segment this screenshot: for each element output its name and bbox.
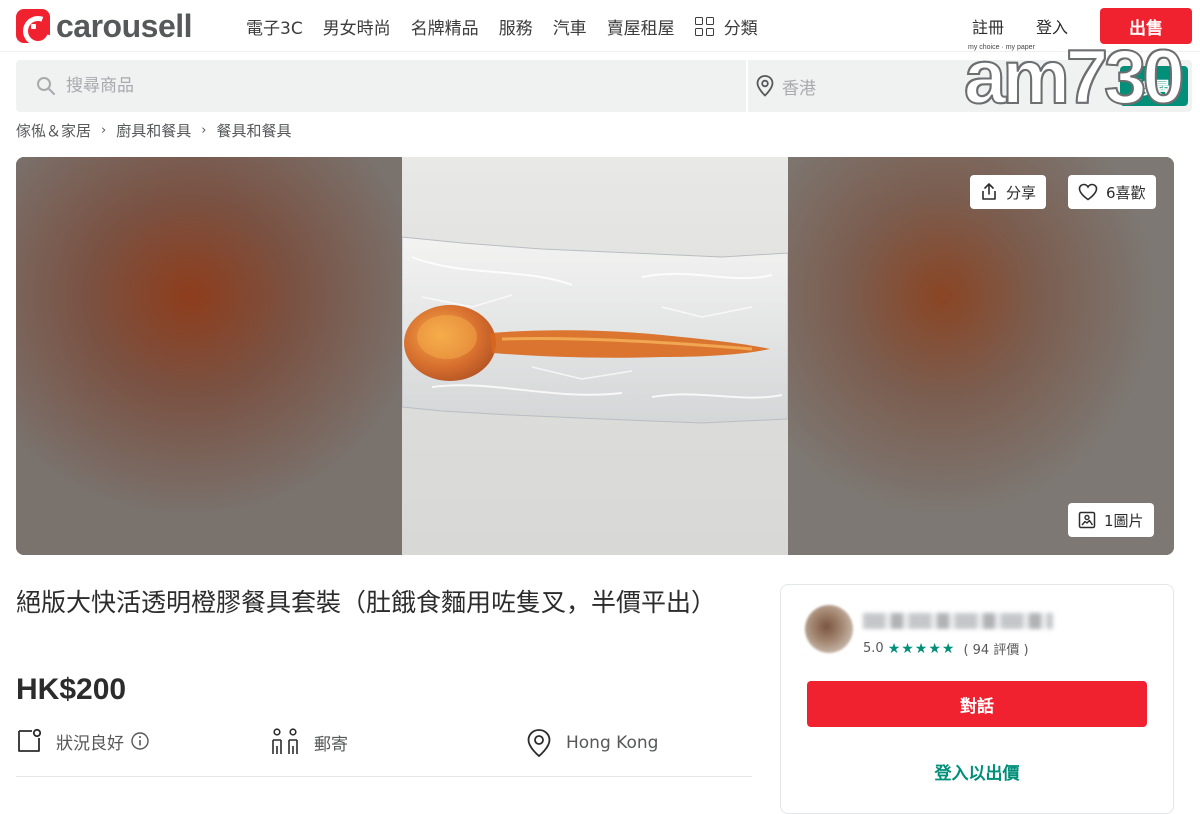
main-nav: 電子3C 男女時尚 名牌精品 服務 汽車 賣屋租屋 分類: [246, 14, 778, 39]
review-count[interactable]: ( 94 評價 ): [963, 639, 1028, 658]
section-divider: [16, 776, 752, 777]
search-divider: [746, 60, 748, 112]
location-field[interactable]: 香港: [756, 60, 816, 112]
share-icon: [982, 183, 996, 200]
listing-photo[interactable]: [402, 157, 788, 555]
gallery-blurred-backdrop-left: [16, 157, 402, 555]
carousell-logo-icon: [16, 9, 50, 43]
search-icon: [37, 77, 55, 95]
gallery-blurred-backdrop-right: [788, 157, 1174, 555]
chat-button[interactable]: 對話: [807, 681, 1147, 727]
nav-item-luxury[interactable]: 名牌精品: [411, 14, 479, 39]
tag-icon: [18, 728, 42, 752]
nav-item-property[interactable]: 賣屋租屋: [607, 14, 675, 39]
meetup-people-icon: [272, 728, 298, 754]
rating-score: 5.0: [863, 641, 884, 656]
photo-gallery: 分享 6喜歡 1圖片: [16, 157, 1174, 555]
condition-text: 狀況良好: [56, 733, 124, 754]
breadcrumb-item-kitchenware[interactable]: 廚具和餐具: [116, 120, 191, 141]
logo-text: carousell: [56, 7, 193, 44]
nav-item-electronics[interactable]: 電子3C: [246, 14, 303, 39]
seller-rating: 5.0 ★★★★★ ( 94 評價 ): [863, 639, 1029, 659]
nav-item-categories[interactable]: 分類: [694, 14, 758, 39]
share-button[interactable]: 分享: [970, 175, 1047, 209]
image-icon: [1078, 511, 1096, 529]
photo-count-label: 1圖片: [1104, 511, 1144, 530]
delivery-text: 郵寄: [314, 734, 348, 755]
search-field: [16, 60, 745, 112]
listing-price: HK$200: [16, 673, 127, 706]
grid-icon: [694, 17, 714, 36]
login-to-offer-link[interactable]: 登入以出價: [807, 759, 1147, 784]
listing-title: 絕版大快活透明橙膠餐具套裝（肚餓食麵用咗隻叉，半價平出）: [16, 588, 717, 617]
delivery-info: 郵寄: [270, 728, 348, 756]
categories-label: 分類: [723, 19, 758, 39]
chevron-right-icon: ›: [201, 123, 207, 138]
heart-icon: [1078, 183, 1098, 201]
info-icon[interactable]: [130, 731, 150, 751]
condition-info: 狀況良好: [16, 728, 150, 754]
breadcrumb: 傢俬＆家居 › 廚具和餐具 › 餐具和餐具: [16, 120, 291, 141]
star-rating-icon: ★★★★★: [887, 640, 956, 657]
watermark-tagline: my choice · my paper: [968, 44, 1035, 51]
location-text: 香港: [782, 78, 816, 99]
like-button[interactable]: 6喜歡: [1068, 175, 1156, 209]
nav-item-cars[interactable]: 汽車: [553, 14, 587, 39]
watermark-text: am730: [963, 35, 1186, 120]
seller-card: 5.0 ★★★★★ ( 94 評價 ) 對話 登入以出價: [780, 584, 1174, 814]
location-text: Hong Kong: [566, 733, 659, 753]
location-pin-icon: [527, 729, 551, 758]
like-count-label: 6喜歡: [1106, 183, 1146, 202]
nav-item-fashion[interactable]: 男女時尚: [323, 14, 391, 39]
plastic-spoon-image: [402, 236, 788, 424]
share-label: 分享: [1006, 183, 1037, 202]
seller-avatar[interactable]: [805, 605, 853, 653]
nav-item-services[interactable]: 服務: [499, 14, 533, 39]
photo-count-button[interactable]: 1圖片: [1068, 503, 1154, 537]
search-input[interactable]: [66, 76, 666, 96]
breadcrumb-item-tableware[interactable]: 餐具和餐具: [216, 120, 291, 141]
carousell-logo[interactable]: carousell: [16, 7, 193, 44]
seller-name-blurred[interactable]: [863, 613, 1053, 629]
location-pin-icon: [756, 75, 774, 97]
chevron-right-icon: ›: [101, 123, 107, 138]
location-info: Hong Kong: [526, 728, 658, 758]
breadcrumb-item-furniture[interactable]: 傢俬＆家居: [16, 120, 91, 141]
am730-watermark: am730 my choice · my paper: [900, 38, 1200, 128]
